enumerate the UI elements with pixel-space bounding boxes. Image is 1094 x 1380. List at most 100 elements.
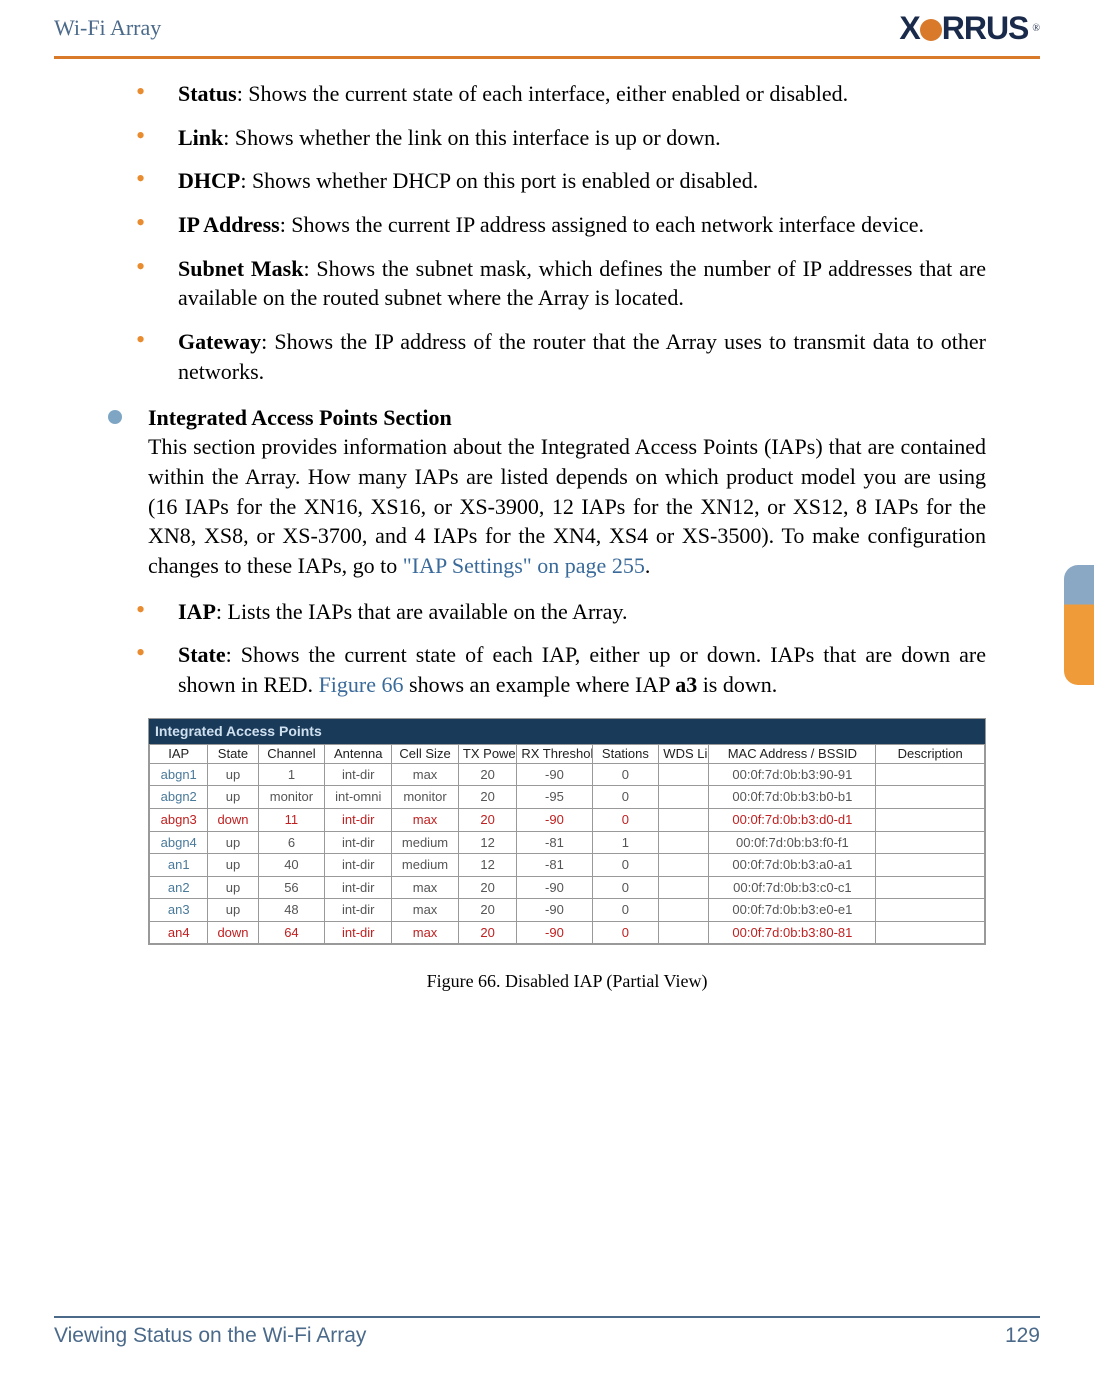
table-cell <box>876 786 985 809</box>
table-cell: medium <box>392 854 459 877</box>
col-stations: Stations <box>592 744 659 763</box>
table-cell: 40 <box>258 854 325 877</box>
table-cell: an2 <box>150 876 208 899</box>
table-cell: 20 <box>458 763 516 786</box>
table-cell <box>876 808 985 831</box>
iap-section: Integrated Access Points Section This se… <box>108 403 986 581</box>
iap-section-title: Integrated Access Points Section <box>148 405 452 430</box>
table-cell: int-dir <box>325 808 392 831</box>
brand-logo: X RRUS ® <box>899 10 1040 47</box>
col-tx: TX Power <box>458 744 516 763</box>
def-ip-term: IP Address <box>178 212 280 237</box>
table-cell: up <box>208 831 258 854</box>
table-cell: max <box>392 808 459 831</box>
table-cell: max <box>392 876 459 899</box>
table-cell: -81 <box>517 854 592 877</box>
header-title: Wi-Fi Array <box>54 15 161 41</box>
table-cell: up <box>208 876 258 899</box>
def-dhcp-term: DHCP <box>178 168 240 193</box>
def-ip: IP Address: Shows the current IP address… <box>136 210 986 240</box>
table-cell: abgn3 <box>150 808 208 831</box>
table-cell: int-omni <box>325 786 392 809</box>
table-cell <box>659 831 709 854</box>
table-cell <box>659 763 709 786</box>
table-cell: medium <box>392 831 459 854</box>
table-cell: 00:0f:7d:0b:b3:c0-c1 <box>709 876 876 899</box>
page-content: Status: Shows the current state of each … <box>0 59 1094 994</box>
table-cell: 00:0f:7d:0b:b3:f0-f1 <box>709 831 876 854</box>
table-cell: abgn2 <box>150 786 208 809</box>
table-row: abgn2upmonitorint-omnimonitor20-95000:0f… <box>150 786 985 809</box>
table-cell: 0 <box>592 854 659 877</box>
table-cell: up <box>208 786 258 809</box>
def-dhcp: DHCP: Shows whether DHCP on this port is… <box>136 166 986 196</box>
table-cell: 20 <box>458 899 516 922</box>
figure-66: Integrated Access Points IAP State Chann… <box>148 718 986 994</box>
def-subnet: Subnet Mask: Shows the subnet mask, whic… <box>136 254 986 313</box>
table-cell: 0 <box>592 899 659 922</box>
table-row: an2up56int-dirmax20-90000:0f:7d:0b:b3:c0… <box>150 876 985 899</box>
table-cell: 0 <box>592 921 659 944</box>
table-cell: 48 <box>258 899 325 922</box>
table-cell: 0 <box>592 808 659 831</box>
table-cell <box>659 786 709 809</box>
table-row: abgn3down11int-dirmax20-90000:0f:7d:0b:b… <box>150 808 985 831</box>
table-cell <box>876 831 985 854</box>
table-cell: int-dir <box>325 876 392 899</box>
table-cell <box>659 808 709 831</box>
def-link-text: : Shows whether the link on this interfa… <box>223 125 720 150</box>
table-cell: 00:0f:7d:0b:b3:a0-a1 <box>709 854 876 877</box>
table-cell: -90 <box>517 921 592 944</box>
def-iap-term: IAP <box>178 599 216 624</box>
def-link: Link: Shows whether the link on this int… <box>136 123 986 153</box>
table-cell: monitor <box>258 786 325 809</box>
iap-settings-link[interactable]: "IAP Settings" on page 255 <box>403 553 645 578</box>
table-cell: 00:0f:7d:0b:b3:90-91 <box>709 763 876 786</box>
iap-panel: Integrated Access Points IAP State Chann… <box>148 718 986 946</box>
table-cell: 1 <box>592 831 659 854</box>
table-row: abgn1up1int-dirmax20-90000:0f:7d:0b:b3:9… <box>150 763 985 786</box>
table-cell: an3 <box>150 899 208 922</box>
iap-table-body: abgn1up1int-dirmax20-90000:0f:7d:0b:b3:9… <box>150 763 985 943</box>
page-footer: Viewing Status on the Wi-Fi Array 129 <box>54 1316 1040 1348</box>
table-cell: 1 <box>258 763 325 786</box>
iap-table: IAP State Channel Antenna Cell Size TX P… <box>149 744 985 945</box>
logo-registered-icon: ® <box>1032 23 1040 34</box>
page-header: Wi-Fi Array X RRUS ® <box>0 0 1094 56</box>
table-cell: monitor <box>392 786 459 809</box>
col-mac: MAC Address / BSSID <box>709 744 876 763</box>
def-subnet-term: Subnet Mask <box>178 256 303 281</box>
table-row: abgn4up6int-dirmedium12-81100:0f:7d:0b:b… <box>150 831 985 854</box>
col-rx: RX Threshold <box>517 744 592 763</box>
def-status-text: : Shows the current state of each interf… <box>237 81 848 106</box>
table-cell: 00:0f:7d:0b:b3:d0-d1 <box>709 808 876 831</box>
table-cell: 00:0f:7d:0b:b3:b0-b1 <box>709 786 876 809</box>
table-cell: -90 <box>517 899 592 922</box>
table-cell: an1 <box>150 854 208 877</box>
table-cell <box>659 899 709 922</box>
table-cell <box>659 854 709 877</box>
table-cell: abgn4 <box>150 831 208 854</box>
table-cell <box>659 921 709 944</box>
table-row: an3up48int-dirmax20-90000:0f:7d:0b:b3:e0… <box>150 899 985 922</box>
table-cell <box>876 876 985 899</box>
table-cell: down <box>208 808 258 831</box>
table-cell <box>876 763 985 786</box>
table-cell: int-dir <box>325 854 392 877</box>
col-state: State <box>208 744 258 763</box>
table-cell: max <box>392 899 459 922</box>
footer-rule <box>54 1316 1040 1318</box>
logo-dot-icon <box>920 19 942 41</box>
def-ip-text: : Shows the current IP address assigned … <box>280 212 924 237</box>
table-cell: int-dir <box>325 921 392 944</box>
table-cell: -81 <box>517 831 592 854</box>
definitions-list-2: IAP: Lists the IAPs that are available o… <box>108 597 986 700</box>
table-cell: -90 <box>517 763 592 786</box>
table-cell: 11 <box>258 808 325 831</box>
col-channel: Channel <box>258 744 325 763</box>
col-cell: Cell Size <box>392 744 459 763</box>
figure-link[interactable]: Figure 66 <box>319 672 404 697</box>
table-cell: 20 <box>458 808 516 831</box>
table-cell: down <box>208 921 258 944</box>
table-cell: 0 <box>592 876 659 899</box>
